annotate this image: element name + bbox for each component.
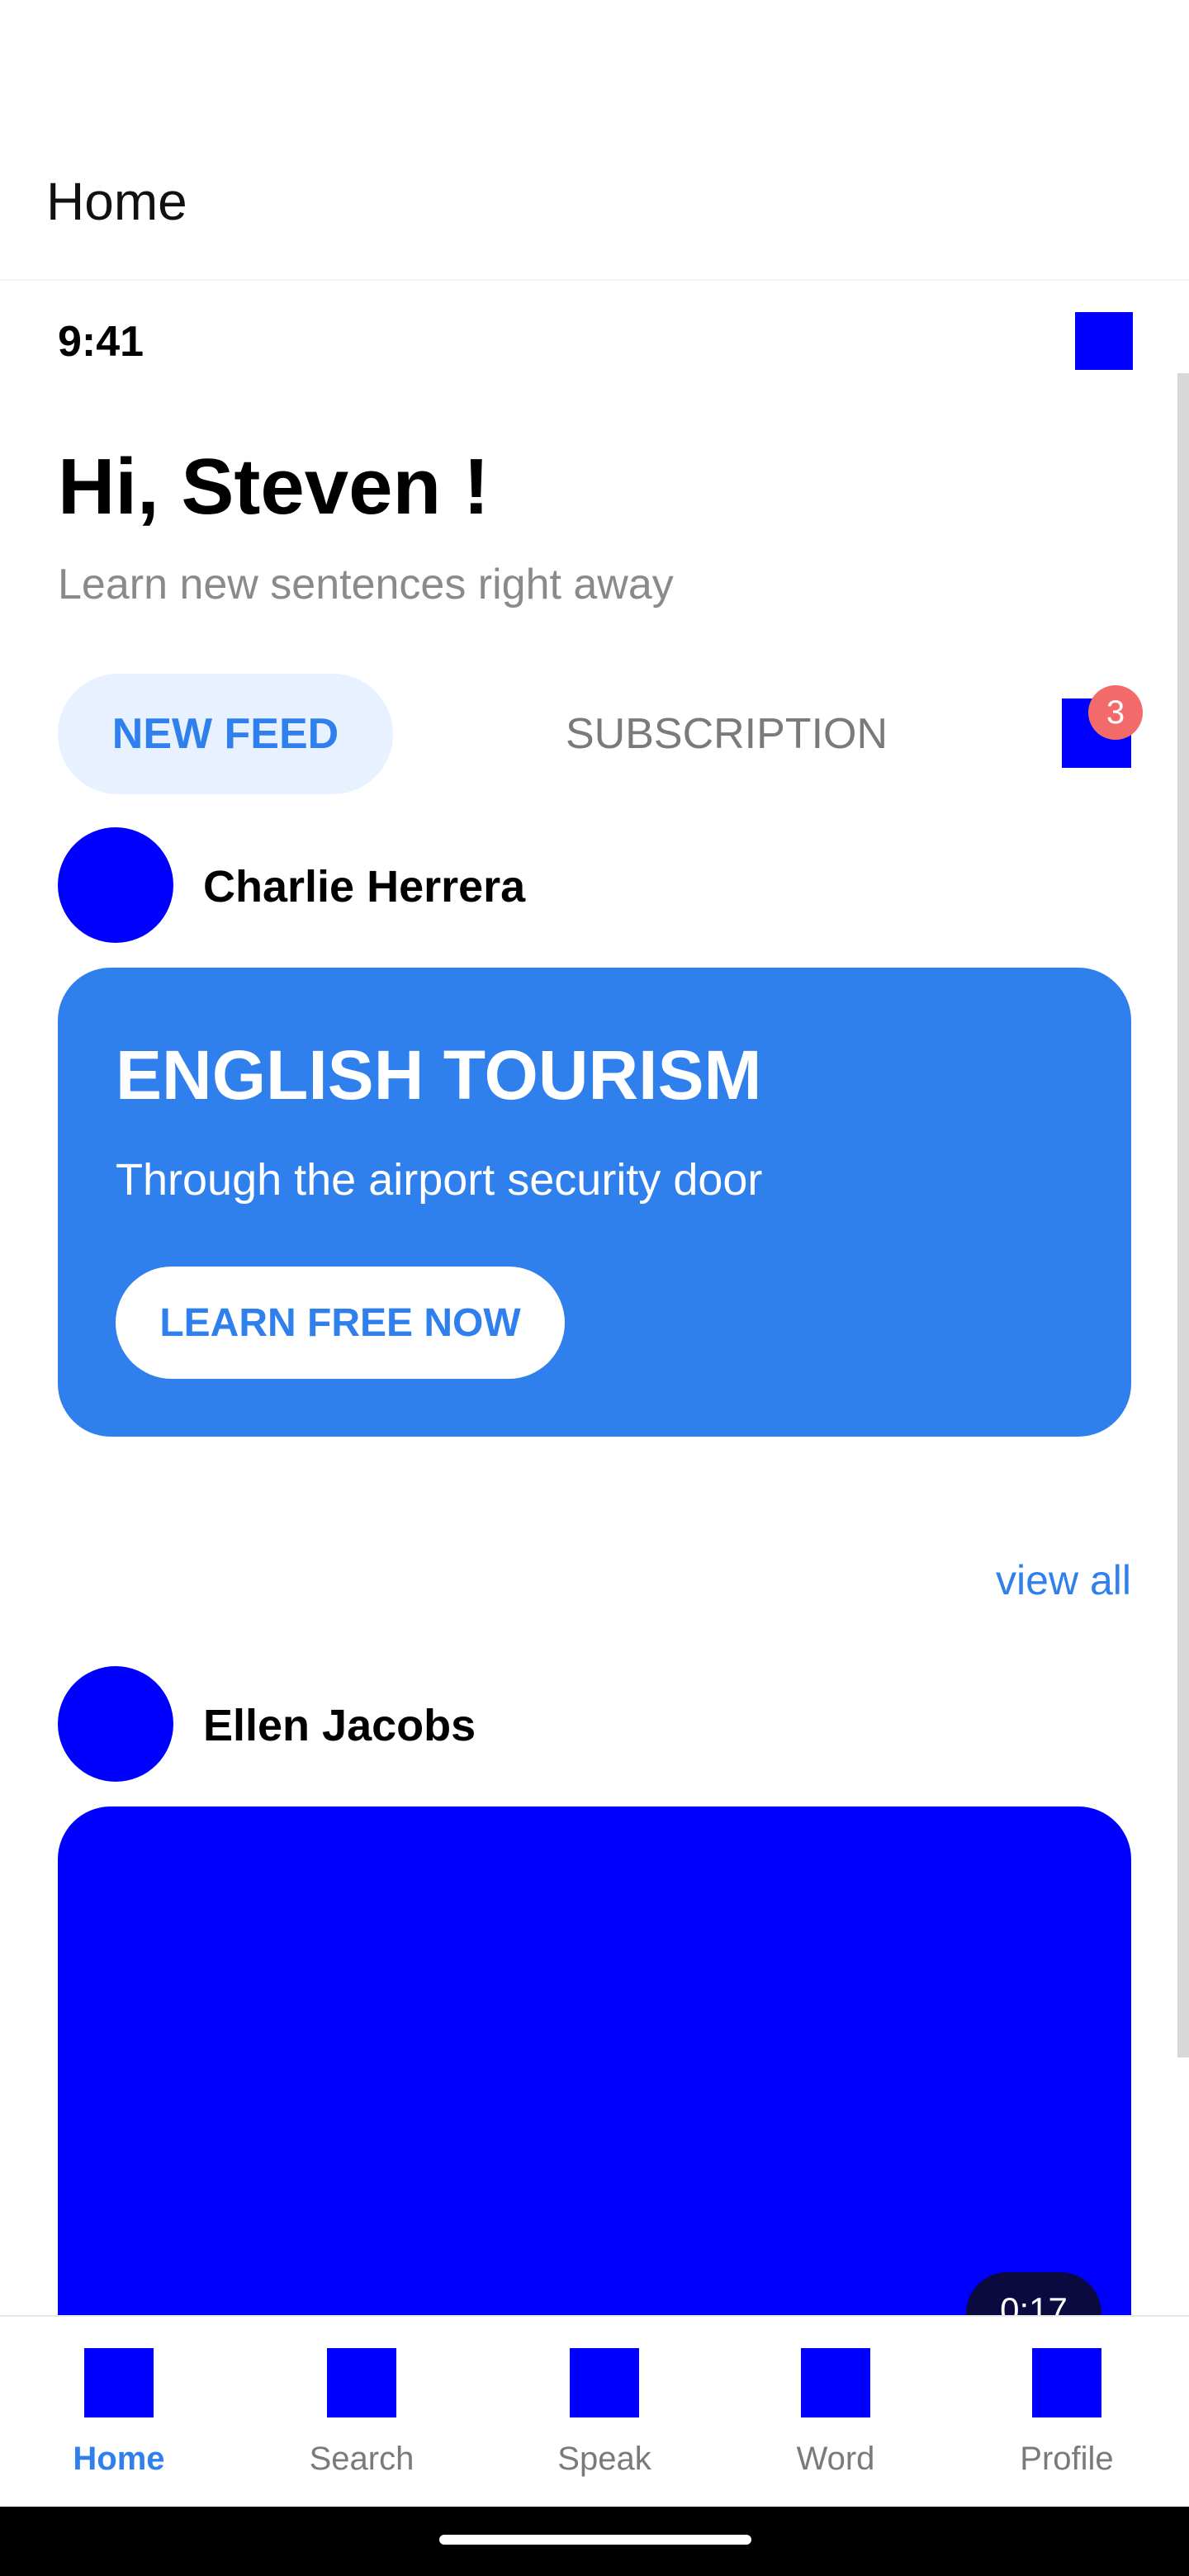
- nav-label-word: Word: [796, 2441, 875, 2477]
- microphone-icon: [570, 2348, 639, 2417]
- book-icon: [801, 2348, 870, 2417]
- lesson-card-title: ENGLISH TOURISM: [116, 1036, 762, 1114]
- avatar[interactable]: [58, 1666, 173, 1782]
- nav-item-home[interactable]: Home: [53, 2317, 185, 2508]
- notification-badge: 3: [1088, 685, 1143, 740]
- learn-free-now-button[interactable]: LEARN FREE NOW: [116, 1267, 565, 1379]
- view-all-link[interactable]: view all: [974, 1554, 1131, 1607]
- nav-item-speak[interactable]: Speak: [538, 2317, 670, 2508]
- scrollbar[interactable]: [1177, 373, 1189, 2057]
- profile-icon: [1032, 2348, 1101, 2417]
- author-name[interactable]: Ellen Jacobs: [203, 1699, 476, 1752]
- app-bar-title: Home: [46, 172, 187, 231]
- tab-subscription[interactable]: SUBSCRIPTION: [512, 674, 941, 794]
- tab-new-feed[interactable]: NEW FEED: [58, 674, 393, 794]
- nav-label-speak: Speak: [557, 2441, 651, 2477]
- nav-label-profile: Profile: [1020, 2441, 1114, 2477]
- lesson-card-subtitle: Through the airport security door: [116, 1155, 763, 1205]
- greeting-subtitle: Learn new sentences right away: [58, 561, 674, 608]
- home-indicator[interactable]: [439, 2535, 751, 2545]
- nav-item-profile[interactable]: Profile: [1001, 2317, 1133, 2508]
- bottom-navigation: Home Search Speak Word Profile: [0, 2315, 1189, 2507]
- nav-label-search: Search: [309, 2441, 414, 2477]
- app-bar: Home: [0, 0, 1189, 281]
- nav-item-search[interactable]: Search: [296, 2317, 428, 2508]
- search-icon: [327, 2348, 396, 2417]
- status-icon: [1075, 312, 1133, 370]
- home-icon: [84, 2348, 154, 2417]
- author-name[interactable]: Charlie Herrera: [203, 860, 525, 913]
- nav-item-word[interactable]: Word: [770, 2317, 902, 2508]
- avatar[interactable]: [58, 827, 173, 943]
- nav-label-home: Home: [73, 2441, 165, 2477]
- greeting-title: Hi, Steven !: [58, 443, 490, 531]
- status-bar-time: 9:41: [58, 318, 144, 366]
